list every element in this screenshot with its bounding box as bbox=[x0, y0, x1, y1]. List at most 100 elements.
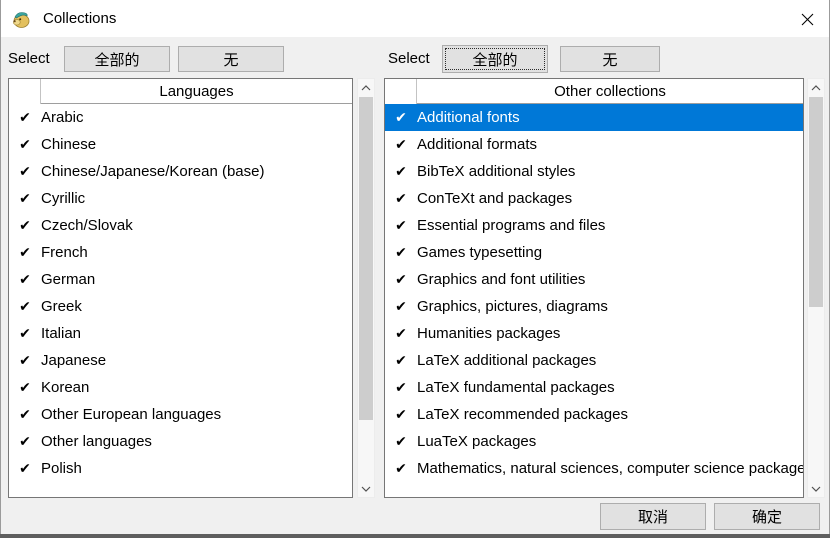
list-item-label: Korean bbox=[41, 379, 352, 396]
scroll-up-button[interactable] bbox=[358, 79, 374, 96]
check-column-header bbox=[9, 79, 41, 104]
list-item-label: Other languages bbox=[41, 433, 352, 450]
list-item[interactable]: ✔Cyrillic bbox=[9, 185, 352, 212]
checkmark-icon: ✔ bbox=[385, 158, 417, 185]
list-item-label: Italian bbox=[41, 325, 352, 342]
scrollbar-thumb[interactable] bbox=[809, 97, 823, 307]
checkmark-icon: ✔ bbox=[9, 293, 41, 320]
list-item[interactable]: ✔Graphics, pictures, diagrams bbox=[385, 293, 803, 320]
list-item-label: French bbox=[41, 244, 352, 261]
scroll-down-button[interactable] bbox=[808, 480, 824, 497]
list-item[interactable]: ✔Korean bbox=[9, 374, 352, 401]
checkmark-icon: ✔ bbox=[385, 455, 417, 482]
list-item[interactable]: ✔Czech/Slovak bbox=[9, 212, 352, 239]
languages-list: Languages ✔Arabic✔Chinese✔Chinese/Japane… bbox=[8, 78, 353, 498]
checkmark-icon: ✔ bbox=[9, 428, 41, 455]
list-item[interactable]: ✔Additional fonts bbox=[385, 104, 803, 131]
list-item[interactable]: ✔Italian bbox=[9, 320, 352, 347]
checkmark-icon: ✔ bbox=[385, 131, 417, 158]
checkmark-icon: ✔ bbox=[385, 185, 417, 212]
list-item[interactable]: ✔Chinese bbox=[9, 131, 352, 158]
checkmark-icon: ✔ bbox=[9, 266, 41, 293]
list-item-label: Czech/Slovak bbox=[41, 217, 352, 234]
list-item[interactable]: ✔Greek bbox=[9, 293, 352, 320]
checkmark-icon: ✔ bbox=[9, 239, 41, 266]
ok-button[interactable]: 确定 bbox=[714, 503, 820, 530]
select-none-button-left[interactable]: 无 bbox=[178, 46, 284, 72]
scrollbar-thumb[interactable] bbox=[359, 97, 373, 420]
list-item[interactable]: ✔ConTeXt and packages bbox=[385, 185, 803, 212]
list-item[interactable]: ✔German bbox=[9, 266, 352, 293]
checkmark-icon: ✔ bbox=[9, 401, 41, 428]
list-item-label: Greek bbox=[41, 298, 352, 315]
list-item-label: Additional fonts bbox=[417, 109, 803, 126]
list-item[interactable]: ✔Additional formats bbox=[385, 131, 803, 158]
list-item[interactable]: ✔Humanities packages bbox=[385, 320, 803, 347]
list-item[interactable]: ✔BibTeX additional styles bbox=[385, 158, 803, 185]
select-all-button-right[interactable]: 全部的 bbox=[442, 45, 548, 73]
close-icon bbox=[801, 13, 814, 26]
languages-list-header: Languages bbox=[9, 79, 352, 104]
checkmark-icon: ✔ bbox=[9, 455, 41, 482]
close-button[interactable] bbox=[796, 8, 818, 30]
checkmark-icon: ✔ bbox=[385, 212, 417, 239]
list-item[interactable]: ✔Japanese bbox=[9, 347, 352, 374]
list-item-label: Japanese bbox=[41, 352, 352, 369]
list-item[interactable]: ✔Other European languages bbox=[9, 401, 352, 428]
list-item[interactable]: ✔Graphics and font utilities bbox=[385, 266, 803, 293]
list-item-label: Graphics and font utilities bbox=[417, 271, 803, 288]
list-item-label: Other European languages bbox=[41, 406, 352, 423]
checkmark-icon: ✔ bbox=[385, 428, 417, 455]
list-item-label: Chinese bbox=[41, 136, 352, 153]
select-none-button-right[interactable]: 无 bbox=[560, 46, 660, 72]
list-item[interactable]: ✔Mathematics, natural sciences, computer… bbox=[385, 455, 803, 482]
checkmark-icon: ✔ bbox=[9, 104, 41, 131]
texlive-lion-icon bbox=[11, 9, 31, 29]
list-item[interactable]: ✔LaTeX recommended packages bbox=[385, 401, 803, 428]
list-item[interactable]: ✔Chinese/Japanese/Korean (base) bbox=[9, 158, 352, 185]
collections-scrollbar[interactable] bbox=[807, 78, 825, 498]
chevron-down-icon bbox=[361, 486, 371, 492]
list-item-label: Polish bbox=[41, 460, 352, 477]
list-item[interactable]: ✔Polish bbox=[9, 455, 352, 482]
list-item[interactable]: ✔Arabic bbox=[9, 104, 352, 131]
window-title: Collections bbox=[43, 9, 116, 29]
checkmark-icon: ✔ bbox=[9, 320, 41, 347]
list-item-label: LuaTeX packages bbox=[417, 433, 803, 450]
list-item-label: Mathematics, natural sciences, computer … bbox=[417, 460, 803, 477]
checkmark-icon: ✔ bbox=[385, 104, 417, 131]
select-label-right: Select bbox=[388, 50, 430, 67]
select-all-button-left[interactable]: 全部的 bbox=[64, 46, 170, 72]
checkmark-icon: ✔ bbox=[385, 266, 417, 293]
list-item[interactable]: ✔LaTeX additional packages bbox=[385, 347, 803, 374]
checkmark-icon: ✔ bbox=[385, 293, 417, 320]
checkmark-icon: ✔ bbox=[9, 185, 41, 212]
list-item[interactable]: ✔LuaTeX packages bbox=[385, 428, 803, 455]
select-label-left: Select bbox=[8, 50, 50, 67]
list-item-label: Additional formats bbox=[417, 136, 803, 153]
cancel-button[interactable]: 取消 bbox=[600, 503, 706, 530]
chevron-down-icon bbox=[811, 486, 821, 492]
list-item[interactable]: ✔Essential programs and files bbox=[385, 212, 803, 239]
scroll-up-button[interactable] bbox=[808, 79, 824, 96]
checkmark-icon: ✔ bbox=[385, 374, 417, 401]
chevron-up-icon bbox=[361, 85, 371, 91]
collections-list-header: Other collections bbox=[385, 79, 803, 104]
collections-rows: ✔Additional fonts✔Additional formats✔Bib… bbox=[385, 104, 803, 482]
list-item-label: Cyrillic bbox=[41, 190, 352, 207]
scroll-down-button[interactable] bbox=[358, 480, 374, 497]
checkmark-icon: ✔ bbox=[9, 212, 41, 239]
list-item[interactable]: ✔Games typesetting bbox=[385, 239, 803, 266]
list-item-label: Arabic bbox=[41, 109, 352, 126]
list-item[interactable]: ✔French bbox=[9, 239, 352, 266]
languages-scrollbar[interactable] bbox=[357, 78, 375, 498]
list-item-label: LaTeX additional packages bbox=[417, 352, 803, 369]
collections-dialog: { "window": { "title": "Collections" }, … bbox=[0, 0, 830, 538]
list-item[interactable]: ✔Other languages bbox=[9, 428, 352, 455]
window-bottom-edge bbox=[0, 534, 830, 538]
list-item-label: BibTeX additional styles bbox=[417, 163, 803, 180]
list-item[interactable]: ✔LaTeX fundamental packages bbox=[385, 374, 803, 401]
chevron-up-icon bbox=[811, 85, 821, 91]
checkmark-icon: ✔ bbox=[385, 320, 417, 347]
checkmark-icon: ✔ bbox=[9, 158, 41, 185]
